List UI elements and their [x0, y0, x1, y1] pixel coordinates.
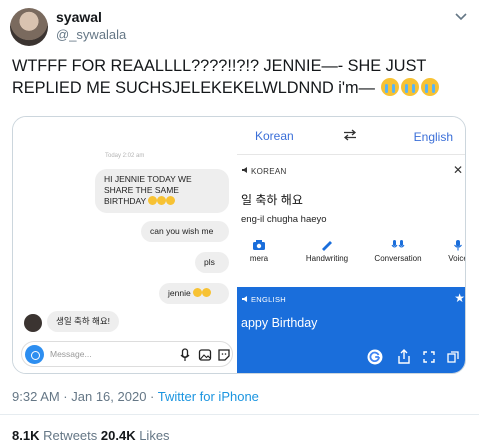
message-input: Message...: [21, 341, 233, 367]
swap-arrows-icon: [343, 129, 357, 141]
crying-face-emoji: [381, 78, 400, 96]
result-text: appy Birthday: [241, 316, 318, 330]
input-tools: mera Handwriting Conversation Voice: [237, 239, 466, 279]
message-text: can you wish me: [150, 226, 214, 236]
language-bar: Korean English: [237, 117, 465, 155]
microphone-icon: [454, 240, 462, 251]
tool-label: mera: [249, 254, 269, 263]
crying-face-emoji: [421, 78, 440, 96]
volume-icon: [242, 296, 247, 302]
handwriting-tool: Handwriting: [297, 239, 357, 263]
source-language: Korean: [255, 129, 294, 143]
chat-bubble-sent: jennie: [159, 283, 229, 304]
tweet-line-2: REPLIED ME SUCHSJELEKEKELWLDNND i'm—: [12, 79, 375, 97]
close-icon: ✕: [452, 163, 463, 177]
chevron-down-icon[interactable]: [453, 8, 469, 24]
pen-icon: [322, 241, 332, 251]
author-display-name[interactable]: syawal: [56, 9, 102, 25]
crying-face-emoji: [401, 78, 420, 96]
copy-icon: [447, 351, 459, 363]
camera-tool: mera: [237, 239, 281, 263]
google-icon: [367, 349, 383, 365]
tweet-stats: 8.1K Retweets 20.4K Likes: [12, 428, 170, 443]
tool-label: Handwriting: [305, 254, 349, 263]
chat-bubble-sent: pls: [195, 252, 229, 273]
translation-result: ENGLISH ★ appy Birthday: [237, 287, 465, 373]
emoji-icon: [202, 288, 212, 297]
retweets-label[interactable]: Retweets: [39, 428, 100, 443]
author-avatar[interactable]: [10, 8, 48, 46]
tweet-source[interactable]: Twitter for iPhone: [158, 389, 259, 404]
voice-tool: Voice: [443, 239, 466, 263]
emoji-icon: [193, 288, 203, 297]
author-handle[interactable]: @_sywalala: [56, 27, 126, 42]
source-label: KOREAN: [251, 167, 287, 176]
camera-icon: [25, 345, 44, 364]
romanization-text: eng-il chugha haeyo: [241, 214, 327, 225]
likes-label[interactable]: Likes: [136, 428, 169, 443]
sticker-icon: [218, 349, 230, 361]
result-label: ENGLISH: [251, 295, 287, 304]
tool-label: Conversation: [374, 254, 422, 263]
recipient-avatar: [24, 314, 42, 332]
fullscreen-icon: [423, 351, 435, 363]
chat-screenshot: Today 2:02 am HI JENNIE TODAY WE SHARE T…: [13, 117, 237, 373]
chat-timestamp: Today 2:02 am: [105, 153, 145, 159]
image-icon: [198, 349, 212, 361]
target-language: English: [413, 130, 453, 144]
emoji-icon: [157, 196, 167, 205]
emoji-icon: [166, 196, 176, 205]
chat-bubble-sent: HI JENNIE TODAY WE SHARE THE SAME BIRTHD…: [95, 169, 229, 213]
chat-bubble-sent: can you wish me: [141, 221, 229, 242]
tweet-line-1: WTFFF FOR REAALLLL????!!?!? JENNIE—- SHE…: [12, 57, 427, 75]
tweet-media[interactable]: Today 2:02 am HI JENNIE TODAY WE SHARE T…: [12, 116, 466, 374]
divider: [0, 414, 479, 415]
camera-icon: [253, 240, 265, 250]
volume-icon: [242, 167, 247, 173]
conversation-mic-icon: [391, 240, 405, 248]
tweet-time[interactable]: 9:32 AM · Jan 16, 2020 ·: [12, 389, 158, 404]
share-icon: [398, 349, 410, 364]
tweet-text: WTFFF FOR REAALLLL????!!?!? JENNIE—- SHE…: [12, 55, 470, 99]
tool-label: Voice: [448, 254, 466, 263]
source-text: 일 축하 해요: [241, 193, 303, 207]
likes-count[interactable]: 20.4K: [101, 428, 136, 443]
message-text: 생일 축하 해요!: [56, 316, 111, 326]
retweets-count[interactable]: 8.1K: [12, 428, 39, 443]
message-text: jennie: [168, 288, 191, 298]
message-text: pls: [204, 257, 215, 267]
star-icon: ★: [454, 291, 465, 305]
conversation-tool: Conversation: [365, 239, 431, 263]
tweet-meta: 9:32 AM · Jan 16, 2020 · Twitter for iPh…: [12, 389, 259, 404]
message-placeholder: Message...: [50, 349, 92, 359]
translate-screenshot: Korean English KOREAN ✕ 일 축하 해요 eng-il c…: [237, 117, 466, 373]
emoji-icon: [148, 196, 158, 205]
microphone-icon: [180, 348, 190, 361]
chat-bubble-received: 생일 축하 해요!: [47, 311, 120, 332]
